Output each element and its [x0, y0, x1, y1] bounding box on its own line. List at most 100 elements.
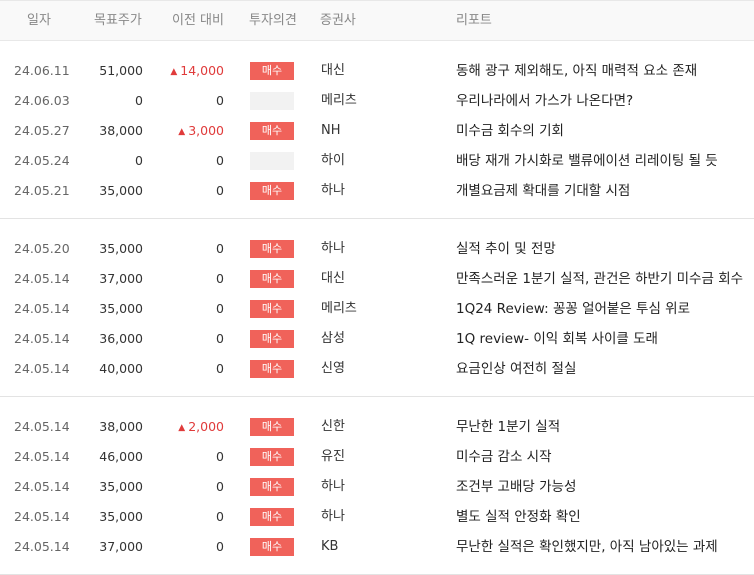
table-row: 24.05.14 35,000 0 매수 하나 별도 실적 안정화 확인	[0, 502, 754, 532]
table-row: 24.05.14 36,000 0 매수 삼성 1Q review- 이익 회복 사이클 …	[0, 324, 754, 354]
date-cell: 24.05.27	[14, 123, 70, 138]
report-link[interactable]: 배당 재개 가시화로 밸류에이션 리레이팅 될 듯	[456, 146, 746, 176]
report-link[interactable]: 미수금 회수의 기회	[456, 116, 746, 146]
table-row: 24.05.14 38,000 ▲ 2,000 매수 신한 무난한 1분기 실적	[0, 412, 754, 442]
header-broker: 증권사	[320, 13, 356, 28]
target-price-cell: 35,000	[99, 241, 143, 256]
opinion-badge: 매수	[250, 122, 294, 140]
report-link[interactable]: 실적 추이 및 전망	[456, 234, 746, 264]
date-cell: 24.05.14	[14, 449, 70, 464]
broker-cell: 메리츠	[321, 301, 357, 316]
broker-cell: 하나	[321, 509, 345, 524]
report-link[interactable]: 1Q review- 이익 회복 사이클 도래	[456, 324, 746, 354]
report-link[interactable]: 만족스러운 1분기 실적, 관건은 하반기 미수금 회수	[456, 264, 746, 294]
date-cell: 24.05.14	[14, 419, 70, 434]
report-link[interactable]: 1Q24 Review: 꽁꽁 얼어붙은 투심 위로	[456, 294, 746, 324]
change-value: 0	[216, 361, 224, 376]
table-row: 24.05.14 40,000 0 매수 신영 요금인상 여전히 절실	[0, 354, 754, 384]
table-row: 24.05.27 38,000 ▲ 3,000 매수 NH 미수금 회수의 기회	[0, 116, 754, 146]
change-value: 0	[216, 479, 224, 494]
opinion-badge: 매수	[250, 360, 294, 378]
row-group: 24.05.20 35,000 0 매수 하나 실적 추이 및 전망 24.05.14 37,…	[0, 219, 754, 397]
opinion-badge: 매수	[250, 508, 294, 526]
opinion-badge: 매수	[250, 182, 294, 200]
header-target-price: 목표주가	[94, 13, 142, 28]
date-cell: 24.05.24	[14, 153, 70, 168]
table-row: 24.05.24 0 0 하이 배당 재개 가시화로 밸류에이션 리레이팅 될 듯	[0, 146, 754, 176]
date-cell: 24.05.14	[14, 509, 70, 524]
table-row: 24.06.03 0 0 메리츠 우리나라에서 가스가 나온다면?	[0, 86, 754, 116]
date-cell: 24.05.14	[14, 361, 70, 376]
broker-cell: 대신	[321, 271, 345, 286]
header-report: 리포트	[456, 13, 492, 28]
broker-cell: 대신	[321, 63, 345, 78]
table-row: 24.05.14 35,000 0 매수 메리츠 1Q24 Review: 꽁꽁 얼어붙은…	[0, 294, 754, 324]
change-cell: 0	[150, 472, 224, 502]
opinion-badge: 매수	[250, 538, 294, 556]
row-group: 24.06.11 51,000 ▲ 14,000 매수 대신 동해 광구 제외해도, 아직 …	[0, 41, 754, 219]
table-row: 24.05.20 35,000 0 매수 하나 실적 추이 및 전망	[0, 234, 754, 264]
target-price-cell: 0	[135, 153, 143, 168]
opinion-badge: 매수	[250, 330, 294, 348]
report-link[interactable]: 요금인상 여전히 절실	[456, 354, 746, 384]
report-table: 일자 목표주가 이전 대비 투자의견 증권사 리포트 24.06.11 51,00…	[0, 0, 754, 575]
opinion-badge: 매수	[250, 448, 294, 466]
date-cell: 24.05.14	[14, 301, 70, 316]
change-value: 2,000	[188, 419, 224, 434]
change-value: 14,000	[180, 63, 224, 78]
table-row: 24.05.14 35,000 0 매수 하나 조건부 고배당 가능성	[0, 472, 754, 502]
report-link[interactable]: 별도 실적 안정화 확인	[456, 502, 746, 532]
date-cell: 24.05.20	[14, 241, 70, 256]
broker-cell: 신영	[321, 361, 345, 376]
target-price-cell: 0	[135, 93, 143, 108]
row-group: 24.05.14 38,000 ▲ 2,000 매수 신한 무난한 1분기 실적 24.05.…	[0, 397, 754, 575]
report-link[interactable]: 미수금 감소 시작	[456, 442, 746, 472]
broker-cell: NH	[321, 123, 341, 138]
target-price-cell: 51,000	[99, 63, 143, 78]
report-link[interactable]: 무난한 실적은 확인했지만, 아직 남아있는 과제	[456, 532, 746, 562]
change-value: 0	[216, 241, 224, 256]
report-link[interactable]: 조건부 고배당 가능성	[456, 472, 746, 502]
target-price-cell: 40,000	[99, 361, 143, 376]
header-opinion: 투자의견	[249, 13, 297, 28]
change-cell: 0	[150, 234, 224, 264]
target-price-cell: 46,000	[99, 449, 143, 464]
change-cell: 0	[150, 264, 224, 294]
change-value: 0	[216, 509, 224, 524]
date-cell: 24.06.03	[14, 93, 70, 108]
opinion-badge: 매수	[250, 270, 294, 288]
change-cell: 0	[150, 324, 224, 354]
change-cell: 0	[150, 442, 224, 472]
change-cell: 0	[150, 294, 224, 324]
target-price-cell: 36,000	[99, 331, 143, 346]
broker-cell: 유진	[321, 449, 345, 464]
change-value: 0	[216, 271, 224, 286]
change-value: 0	[216, 539, 224, 554]
change-cell: 0	[150, 176, 224, 206]
report-link[interactable]: 동해 광구 제외해도, 아직 매력적 요소 존재	[456, 56, 746, 86]
change-cell: ▲ 2,000	[150, 412, 224, 444]
opinion-badge	[250, 152, 294, 170]
change-cell: ▲ 14,000	[150, 56, 224, 88]
date-cell: 24.05.14	[14, 479, 70, 494]
report-link[interactable]: 개별요금제 확대를 기대할 시점	[456, 176, 746, 206]
broker-cell: 하이	[321, 153, 345, 168]
report-link[interactable]: 무난한 1분기 실적	[456, 412, 746, 442]
change-cell: 0	[150, 354, 224, 384]
target-price-cell: 37,000	[99, 271, 143, 286]
broker-cell: 삼성	[321, 331, 345, 346]
table-row: 24.05.21 35,000 0 매수 하나 개별요금제 확대를 기대할 시점	[0, 176, 754, 206]
target-price-cell: 35,000	[99, 479, 143, 494]
change-value: 0	[216, 93, 224, 108]
date-cell: 24.05.14	[14, 331, 70, 346]
table-body: 24.06.11 51,000 ▲ 14,000 매수 대신 동해 광구 제외해도, 아직 …	[0, 41, 754, 575]
header-change: 이전 대비	[172, 13, 224, 28]
table-row: 24.05.14 46,000 0 매수 유진 미수금 감소 시작	[0, 442, 754, 472]
table-row: 24.06.11 51,000 ▲ 14,000 매수 대신 동해 광구 제외해도, 아직 …	[0, 56, 754, 86]
triangle-up-icon: ▲	[178, 127, 186, 137]
broker-cell: 하나	[321, 479, 345, 494]
date-cell: 24.05.21	[14, 183, 70, 198]
triangle-up-icon: ▲	[170, 67, 178, 77]
opinion-badge	[250, 92, 294, 110]
report-link[interactable]: 우리나라에서 가스가 나온다면?	[456, 86, 746, 116]
